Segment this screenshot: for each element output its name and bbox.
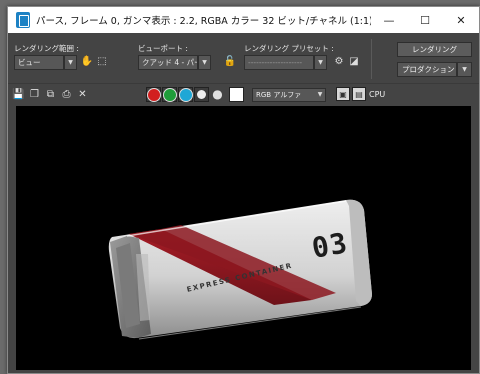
region-select-icon[interactable]: ⬚: [95, 55, 109, 69]
display-channel-dropdown-arrow[interactable]: ▼: [314, 88, 326, 102]
minimize-button[interactable]: —: [371, 7, 407, 33]
red-channel-icon: [146, 87, 161, 102]
viewport-dropdown[interactable]: クアッド 4 - パース: [138, 55, 198, 70]
frame-window-icon[interactable]: ▣: [336, 87, 350, 101]
save-image-icon[interactable]: 💾: [12, 88, 25, 101]
render-preset-dropdown-arrow[interactable]: ▼: [314, 55, 327, 70]
window-title: パース, フレーム 0, ガンマ表示 : 2.2, RGBA カラー 32 ビッ…: [36, 16, 371, 27]
render-viewport[interactable]: 03 EXPRESS CONTAINER: [16, 106, 471, 370]
pan-region-icon[interactable]: ✋: [80, 55, 94, 69]
close-button[interactable]: ✕: [443, 7, 479, 33]
copy-image-icon[interactable]: ❐: [28, 88, 41, 101]
lock-icon[interactable]: 🔓: [223, 55, 237, 69]
environment-icon[interactable]: ◪: [347, 55, 361, 69]
alpha-channel-icon: [197, 90, 206, 99]
render-area-dropdown-arrow[interactable]: ▼: [64, 55, 77, 70]
blue-channel-toggle[interactable]: [178, 87, 193, 102]
blue-channel-icon: [178, 87, 193, 102]
red-channel-toggle[interactable]: [146, 87, 161, 102]
render-preset-label: レンダリング プリセット :: [244, 44, 334, 53]
green-channel-toggle[interactable]: [162, 87, 177, 102]
render-setup-icon[interactable]: ⚙: [332, 55, 346, 69]
title-bar: パース, フレーム 0, ガンマ表示 : 2.2, RGBA カラー 32 ビッ…: [8, 7, 479, 33]
cpu-label: CPU: [369, 90, 386, 99]
toolbar-divider: [371, 39, 372, 79]
render-toolbar: レンダリング範囲 : ビュー ▼ ✋ ⬚ ビューポート : クアッド 4 - パ…: [8, 33, 479, 83]
viewport-label: ビューポート :: [138, 44, 188, 53]
container-number-label: 03: [309, 226, 351, 265]
render-mode-dropdown[interactable]: プロダクション: [397, 62, 457, 77]
alpha-channel-toggle[interactable]: [194, 87, 209, 102]
render-progress-icon[interactable]: ▤: [352, 87, 366, 101]
render-button[interactable]: レンダリング: [397, 42, 472, 57]
clone-frame-icon[interactable]: ⧉: [44, 88, 57, 101]
maximize-button[interactable]: ☐: [407, 7, 443, 33]
clear-icon[interactable]: ✕: [76, 88, 89, 101]
render-area-dropdown[interactable]: ビュー: [14, 55, 64, 70]
green-channel-icon: [162, 87, 177, 102]
channel-toolbar: 💾 ❐ ⧉ ⎙ ✕ ● RGB アルファ ▼ ▣ ▤ CPU: [8, 83, 479, 105]
render-frame-window: パース, フレーム 0, ガンマ表示 : 2.2, RGBA カラー 32 ビッ…: [7, 6, 480, 374]
render-mode-dropdown-arrow[interactable]: ▼: [457, 62, 472, 77]
print-icon[interactable]: ⎙: [60, 88, 73, 101]
render-preset-dropdown[interactable]: --------------------: [244, 55, 314, 70]
app-icon: [16, 12, 30, 28]
mono-channel-icon[interactable]: ●: [211, 88, 224, 101]
viewport-dropdown-arrow[interactable]: ▼: [198, 55, 211, 70]
rendered-image: [108, 199, 373, 340]
render-area-label: レンダリング範囲 :: [14, 44, 79, 53]
color-swatch[interactable]: [229, 87, 244, 102]
